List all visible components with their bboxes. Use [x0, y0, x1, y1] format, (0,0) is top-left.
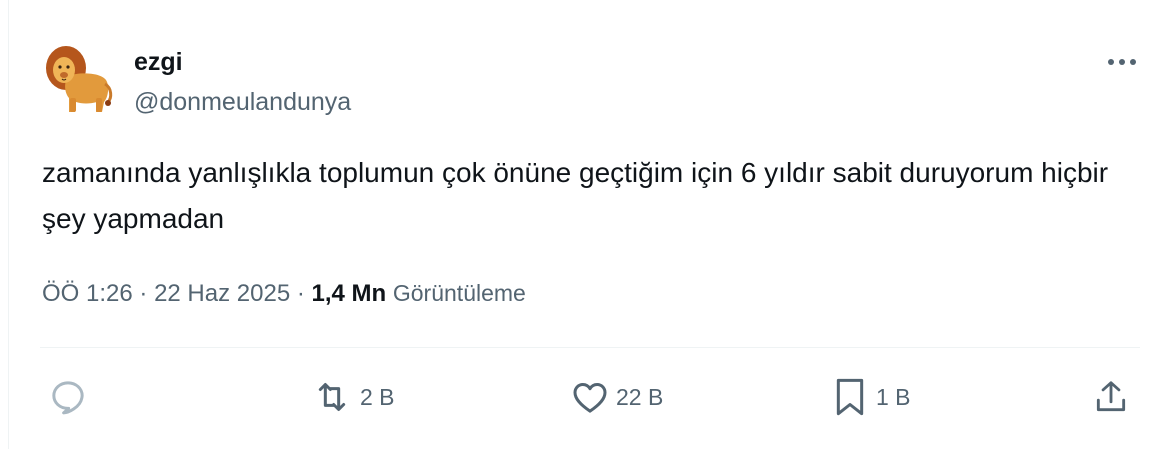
tweet-date-link[interactable]: 22 Haz 2025 — [154, 280, 290, 307]
tweet-text: zamanında yanlışlıkla toplumun çok önüne… — [42, 157, 1109, 234]
tweet-metadata: ÖÖ 1:26 · 22 Haz 2025 · 1,4 Mn Görüntüle… — [42, 276, 526, 311]
views-label[interactable]: Görüntüleme — [393, 280, 526, 306]
retweet-button[interactable]: 2 B — [310, 372, 395, 422]
more-options-button[interactable] — [1100, 44, 1144, 80]
like-button[interactable]: 22 B — [570, 372, 663, 422]
bookmark-count: 1 B — [876, 383, 911, 410]
reply-button[interactable] — [48, 372, 88, 422]
divider — [40, 347, 1140, 348]
lion-icon — [46, 46, 113, 112]
meta-separator: · — [296, 280, 305, 307]
avatar[interactable] — [42, 40, 114, 116]
share-icon — [1096, 381, 1126, 412]
more-icon — [1108, 59, 1136, 65]
tweet-actions-bar: 2 B 22 B 1 B — [40, 372, 1140, 422]
meta-separator: · — [139, 280, 148, 307]
reply-icon — [52, 381, 84, 415]
views-count[interactable]: 1,4 Mn — [312, 280, 387, 307]
share-button[interactable] — [1092, 372, 1130, 422]
like-count: 22 B — [616, 383, 664, 410]
retweet-icon — [318, 383, 346, 411]
heart-icon — [573, 383, 607, 413]
bookmark-icon — [836, 378, 864, 416]
author-handle[interactable]: @donmeulandunya — [134, 86, 351, 118]
bookmark-button[interactable]: 1 B — [830, 372, 911, 422]
author-name[interactable]: ezgi — [134, 46, 183, 78]
retweet-count: 2 B — [360, 383, 395, 410]
tweet-time-link[interactable]: ÖÖ 1:26 — [42, 280, 133, 307]
